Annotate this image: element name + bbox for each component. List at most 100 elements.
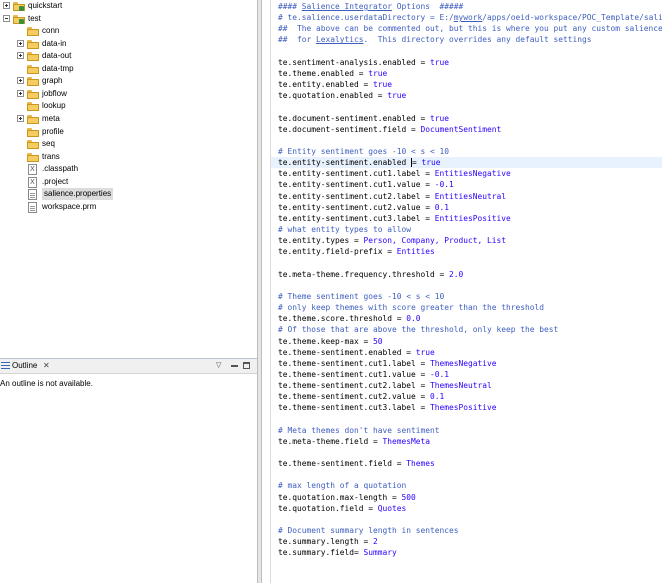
- comment-text: # Document summary length in sentences: [278, 526, 459, 536]
- property-line[interactable]: te.sentiment-analysis.enabled = true: [278, 57, 449, 68]
- property-line[interactable]: te.entity-sentiment.enabled = true: [271, 157, 662, 169]
- expand-icon[interactable]: [17, 77, 24, 85]
- view-menu-icon[interactable]: ▽: [216, 360, 221, 372]
- tree-item[interactable]: lookup: [0, 100, 257, 112]
- property-key: te.document-sentiment.field =: [278, 124, 421, 134]
- maximize-icon[interactable]: [243, 362, 250, 369]
- tree-item[interactable]: jobflow: [0, 88, 257, 100]
- comment-line[interactable]: #### Salience Integrator Options #####: [278, 1, 463, 12]
- expand-icon[interactable]: [17, 114, 24, 122]
- property-line[interactable]: te.theme-sentiment.field = Themes: [278, 458, 435, 469]
- tree-item-label: data-out: [42, 51, 72, 61]
- property-line[interactable]: te.quotation.enabled = true: [278, 90, 406, 101]
- property-key: te.theme-sentiment.field =: [278, 459, 407, 469]
- expand-icon[interactable]: [17, 39, 24, 47]
- property-value: 2: [373, 537, 378, 547]
- property-value: 2.0: [449, 269, 464, 279]
- comment-line[interactable]: ## for Lexalytics. This directory overri…: [278, 34, 592, 45]
- property-line[interactable]: te.theme.enabled = true: [278, 68, 387, 79]
- tree-item[interactable]: data-in: [0, 38, 257, 50]
- tree-item[interactable]: data-out: [0, 50, 257, 62]
- property-line[interactable]: te.entity.types = Person, Company, Produ…: [278, 235, 506, 246]
- tree-item[interactable]: graph: [0, 75, 257, 87]
- comment-line[interactable]: # Entity sentiment goes -10 < s < 10: [278, 146, 449, 157]
- package-explorer-tree: quickstart test conn data-in data-out data-tm…: [0, 0, 257, 354]
- property-line[interactable]: te.theme-sentiment.cut2.value = 0.1: [278, 391, 444, 402]
- comment-line[interactable]: # Theme sentiment goes -10 < s < 10: [278, 291, 444, 302]
- property-line[interactable]: te.theme.keep-max = 50: [278, 336, 383, 347]
- property-value: 50: [373, 336, 383, 346]
- properties-editor[interactable]: #### Salience Integrator Options ##### # …: [271, 0, 662, 583]
- property-line[interactable]: te.summary.length = 2: [278, 536, 378, 547]
- tree-item[interactable]: salience.properties: [0, 188, 257, 201]
- property-key: te.theme-sentiment.cut2.value =: [278, 392, 431, 402]
- tree-item[interactable]: X .classpath: [0, 163, 257, 176]
- comment-line[interactable]: # what entity types to allow: [278, 224, 411, 235]
- property-line[interactable]: te.quotation.field = Quotes: [278, 503, 406, 514]
- property-line[interactable]: te.theme-sentiment.cut1.label = ThemesNe…: [278, 358, 497, 369]
- property-line[interactable]: te.document-sentiment.enabled = true: [278, 113, 449, 124]
- collapse-icon[interactable]: [3, 14, 10, 22]
- property-key: te.quotation.max-length =: [278, 492, 402, 502]
- comment-text: ## The above can be commented out, but t…: [278, 24, 662, 34]
- comment-text: #### Salience Integrator Options #####: [278, 2, 464, 11]
- comment-text: # Entity sentiment goes -10 < s < 10: [278, 146, 450, 156]
- expand-icon[interactable]: [17, 89, 24, 97]
- property-line[interactable]: te.summary.field= Summary: [278, 547, 397, 558]
- folder-icon: [27, 127, 39, 137]
- property-line[interactable]: te.theme-sentiment.cut1.value = -0.1: [278, 369, 449, 380]
- minimize-icon[interactable]: [231, 365, 238, 367]
- property-key: te.entity-sentiment.cut1.value =: [278, 180, 435, 190]
- tree-item-label: data-tmp: [42, 63, 74, 73]
- property-value: Person, Company, Product, List: [363, 236, 507, 246]
- tree-item[interactable]: seq: [0, 138, 257, 150]
- property-line[interactable]: te.theme-sentiment.enabled = true: [278, 347, 435, 358]
- editor-gutter[interactable]: [262, 0, 271, 583]
- comment-line[interactable]: # te.salience.userdataDirectory = E:/myw…: [278, 12, 662, 23]
- property-line[interactable]: te.entity-sentiment.cut2.value = 0.1: [278, 202, 449, 213]
- tree-item[interactable]: trans: [0, 151, 257, 163]
- property-value: true: [430, 113, 450, 123]
- property-line[interactable]: te.meta-theme.field = ThemesMeta: [278, 436, 430, 447]
- tree-item[interactable]: workspace.prm: [0, 201, 257, 213]
- property-line[interactable]: te.meta-theme.frequency.threshold = 2.0: [278, 269, 463, 280]
- folder-icon: [27, 64, 39, 74]
- comment-line[interactable]: # Meta themes don't have sentiment: [278, 425, 440, 436]
- property-line[interactable]: te.theme.score.threshold = 0.0: [278, 313, 421, 324]
- property-line[interactable]: te.entity-sentiment.cut1.label = Entitie…: [278, 168, 511, 179]
- expand-icon[interactable]: [17, 52, 24, 60]
- property-line[interactable]: te.document-sentiment.field = DocumentSe…: [278, 124, 501, 135]
- comment-line[interactable]: # Document summary length in sentences: [278, 525, 459, 536]
- property-value: ThemesNeutral: [430, 381, 492, 391]
- comment-line[interactable]: # Of those that are above the threshold,…: [278, 324, 558, 335]
- property-line[interactable]: te.entity-sentiment.cut1.value = -0.1: [278, 179, 454, 190]
- project-icon: [13, 2, 25, 11]
- comment-line[interactable]: ## The above can be commented out, but t…: [278, 23, 662, 34]
- property-line[interactable]: te.entity.enabled = true: [278, 79, 392, 90]
- property-line[interactable]: te.entity.field-prefix = Entities: [278, 246, 435, 257]
- comment-line[interactable]: # max length of a quotation: [278, 480, 406, 491]
- tree-item[interactable]: data-tmp: [0, 63, 257, 75]
- comment-text: # only keep themes with score greater th…: [278, 303, 545, 313]
- property-value: ThemesMeta: [382, 436, 431, 446]
- property-value: true: [430, 57, 450, 67]
- property-line[interactable]: te.quotation.max-length = 500: [278, 492, 416, 503]
- comment-line[interactable]: # only keep themes with score greater th…: [278, 302, 544, 313]
- property-line[interactable]: te.theme-sentiment.cut2.label = ThemesNe…: [278, 380, 492, 391]
- tree-item[interactable]: X .project: [0, 176, 257, 188]
- outline-tab-title[interactable]: Outline: [12, 360, 37, 372]
- comment-text: # max length of a quotation: [278, 481, 407, 491]
- property-line[interactable]: te.entity-sentiment.cut3.label = Entitie…: [278, 213, 511, 224]
- tree-item[interactable]: meta: [0, 113, 257, 125]
- property-line[interactable]: te.theme-sentiment.cut3.label = ThemesPo…: [278, 402, 497, 413]
- tree-item[interactable]: quickstart: [0, 0, 257, 12]
- expand-icon[interactable]: [3, 2, 10, 9]
- property-value: Entities: [396, 247, 435, 257]
- tree-item[interactable]: test: [0, 13, 257, 25]
- comment-text: # Theme sentiment goes -10 < s < 10: [278, 291, 445, 301]
- tree-item[interactable]: profile: [0, 126, 257, 138]
- close-icon[interactable]: ✕: [43, 360, 50, 372]
- tree-item-label: data-in: [42, 38, 67, 48]
- tree-item[interactable]: conn: [0, 25, 257, 37]
- property-line[interactable]: te.entity-sentiment.cut2.label = Entitie…: [278, 191, 506, 202]
